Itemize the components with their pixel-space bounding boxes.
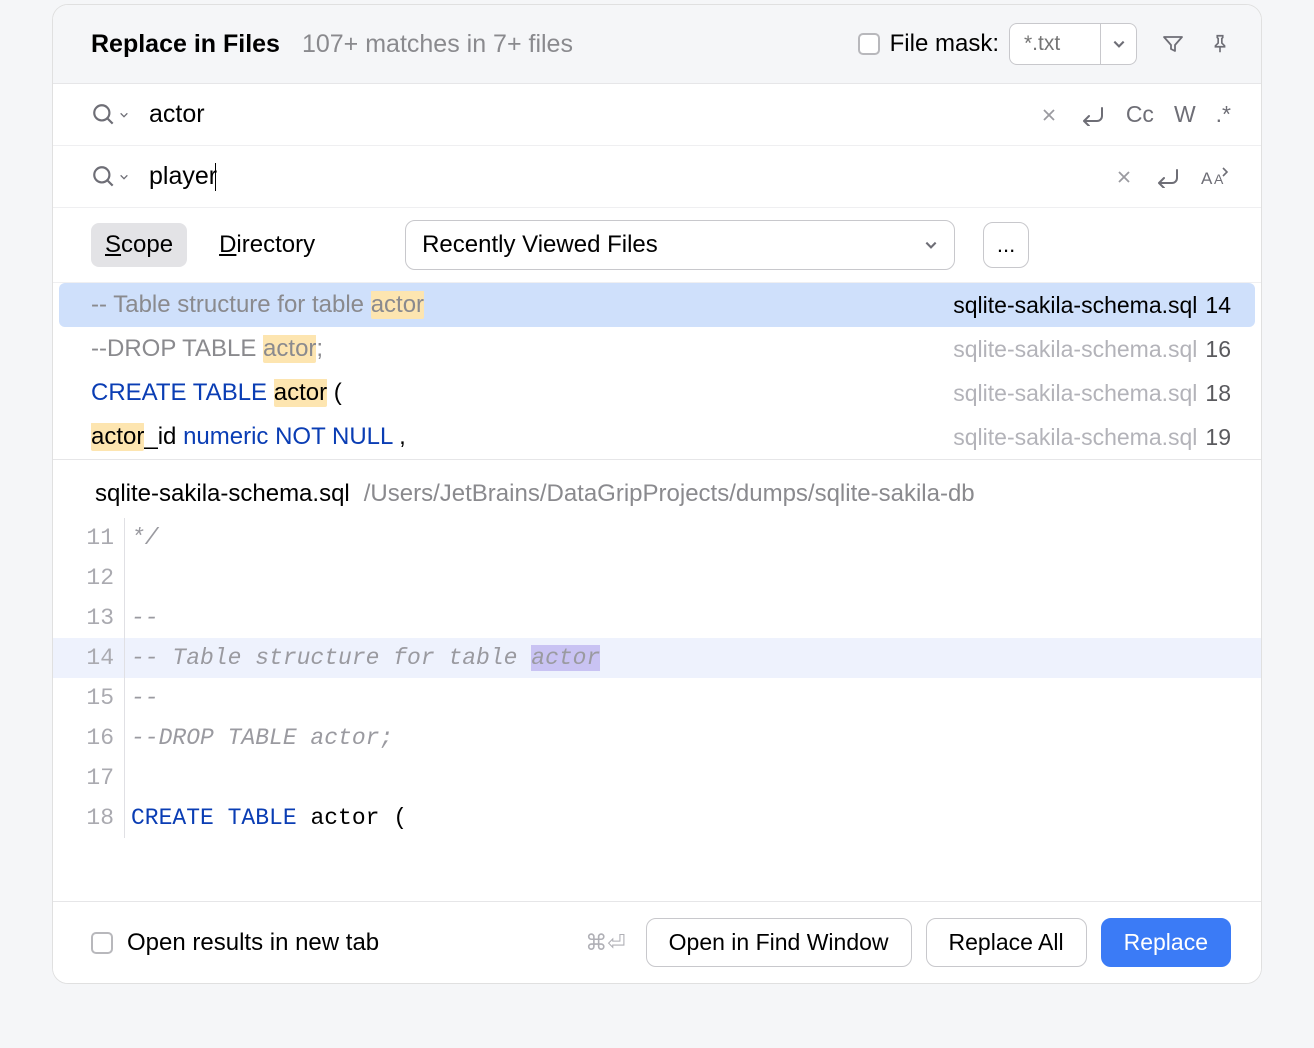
result-row[interactable]: -- Table structure for table actor sqlite… — [59, 283, 1255, 327]
open-in-find-window-button[interactable]: Open in Find Window — [646, 918, 912, 967]
result-row[interactable]: actor_id numeric NOT NULL , sqlite-sakila… — [53, 415, 1261, 459]
file-mask-checkbox[interactable] — [858, 33, 880, 55]
result-file: sqlite-sakila-schema.sql — [953, 336, 1197, 363]
chevron-down-icon — [119, 172, 129, 182]
result-row[interactable]: --DROP TABLE actor; sqlite-sakila-schema.… — [53, 327, 1261, 371]
result-line-number: 18 — [1205, 380, 1231, 407]
replace-button[interactable]: Replace — [1101, 918, 1231, 967]
dialog-header: Replace in Files 107+ matches in 7+ file… — [53, 5, 1261, 84]
whole-word-toggle[interactable]: W — [1174, 101, 1196, 128]
tab-scope[interactable]: Scope — [91, 223, 187, 267]
preview-header: sqlite-sakila-schema.sql /Users/JetBrain… — [53, 460, 1261, 518]
chevron-down-icon — [119, 110, 129, 120]
line-number: 14 — [53, 638, 125, 678]
shortcut-hint: ⌘⏎ — [585, 930, 625, 956]
tab-directory[interactable]: Directory — [205, 223, 329, 267]
result-text: actor_id numeric NOT NULL , — [91, 423, 943, 451]
code-line: 15-- — [53, 678, 1261, 718]
result-text: CREATE TABLE actor ( — [91, 379, 943, 407]
result-line-number: 19 — [1205, 424, 1231, 451]
replace-input-text[interactable]: player — [149, 162, 217, 191]
match-count: 107+ matches in 7+ files — [302, 30, 573, 59]
preview-filepath: /Users/JetBrains/DataGripProjects/dumps/… — [364, 480, 975, 508]
scope-select-label: Recently Viewed Files — [422, 231, 658, 259]
code-content: -- Table structure for table actor — [125, 638, 600, 678]
code-content: -- — [125, 598, 159, 638]
match-case-toggle[interactable]: Cc — [1126, 101, 1154, 128]
text-caret — [215, 163, 216, 191]
result-text: --DROP TABLE actor; — [91, 335, 943, 363]
result-file: sqlite-sakila-schema.sql — [953, 424, 1197, 451]
search-icon[interactable] — [91, 164, 129, 190]
replace-row: player AA — [53, 146, 1261, 208]
file-mask-label: File mask: — [890, 30, 999, 58]
open-new-tab-label: Open results in new tab — [127, 929, 379, 957]
code-content: */ — [125, 518, 159, 558]
line-number: 11 — [53, 518, 125, 558]
result-file: sqlite-sakila-schema.sql — [953, 292, 1197, 319]
chevron-down-icon — [1112, 37, 1126, 51]
code-line: 17 — [53, 758, 1261, 798]
line-number: 17 — [53, 758, 125, 798]
result-text: -- Table structure for table actor — [91, 291, 943, 319]
line-number: 18 — [53, 798, 125, 838]
code-content: -- — [125, 678, 159, 718]
result-row[interactable]: CREATE TABLE actor ( sqlite-sakila-schema… — [53, 371, 1261, 415]
svg-text:A: A — [1214, 171, 1224, 187]
chevron-down-icon — [924, 238, 938, 252]
code-content — [125, 758, 131, 798]
clear-replace-icon[interactable] — [1115, 168, 1133, 186]
regex-toggle[interactable]: .* — [1216, 101, 1231, 128]
preserve-case-toggle[interactable]: AA — [1201, 166, 1231, 188]
search-icon[interactable] — [91, 102, 129, 128]
file-mask-dropdown[interactable] — [1100, 24, 1136, 64]
replace-in-files-dialog: Replace in Files 107+ matches in 7+ file… — [52, 4, 1262, 984]
code-content — [125, 558, 131, 598]
scope-row: Scope Directory Recently Viewed Files ..… — [53, 208, 1261, 283]
code-line: 12 — [53, 558, 1261, 598]
line-number: 15 — [53, 678, 125, 718]
result-line-number: 14 — [1205, 292, 1231, 319]
find-input[interactable] — [149, 100, 1020, 129]
code-line: 16--DROP TABLE actor; — [53, 718, 1261, 758]
result-line-number: 16 — [1205, 336, 1231, 363]
result-file: sqlite-sakila-schema.sql — [953, 380, 1197, 407]
results-list: -- Table structure for table actor sqlite… — [53, 283, 1261, 460]
file-mask-select[interactable] — [1009, 23, 1137, 65]
open-new-tab-checkbox[interactable] — [91, 932, 113, 954]
replace-all-button[interactable]: Replace All — [926, 918, 1087, 967]
scope-select[interactable]: Recently Viewed Files — [405, 220, 955, 270]
code-content: --DROP TABLE actor; — [125, 718, 393, 758]
code-preview[interactable]: 11*/1213--14-- Table structure for table… — [53, 518, 1261, 901]
code-content: CREATE TABLE actor ( — [125, 798, 407, 838]
newline-icon[interactable] — [1153, 166, 1181, 188]
line-number: 13 — [53, 598, 125, 638]
scope-more-button[interactable]: ... — [983, 222, 1029, 268]
line-number: 12 — [53, 558, 125, 598]
find-row: Cc W .* — [53, 84, 1261, 146]
file-mask-input[interactable] — [1010, 32, 1100, 56]
code-line: 14-- Table structure for table actor — [53, 638, 1261, 678]
filter-icon[interactable] — [1161, 32, 1185, 56]
clear-find-icon[interactable] — [1040, 106, 1058, 124]
line-number: 16 — [53, 718, 125, 758]
dialog-footer: Open results in new tab ⌘⏎ Open in Find … — [53, 901, 1261, 983]
svg-text:A: A — [1201, 169, 1213, 188]
newline-icon[interactable] — [1078, 104, 1106, 126]
pin-icon[interactable] — [1209, 33, 1231, 55]
code-line: 18CREATE TABLE actor ( — [53, 798, 1261, 838]
preview-filename: sqlite-sakila-schema.sql — [95, 480, 350, 508]
code-line: 13-- — [53, 598, 1261, 638]
code-line: 11*/ — [53, 518, 1261, 558]
dialog-title: Replace in Files — [91, 30, 280, 59]
